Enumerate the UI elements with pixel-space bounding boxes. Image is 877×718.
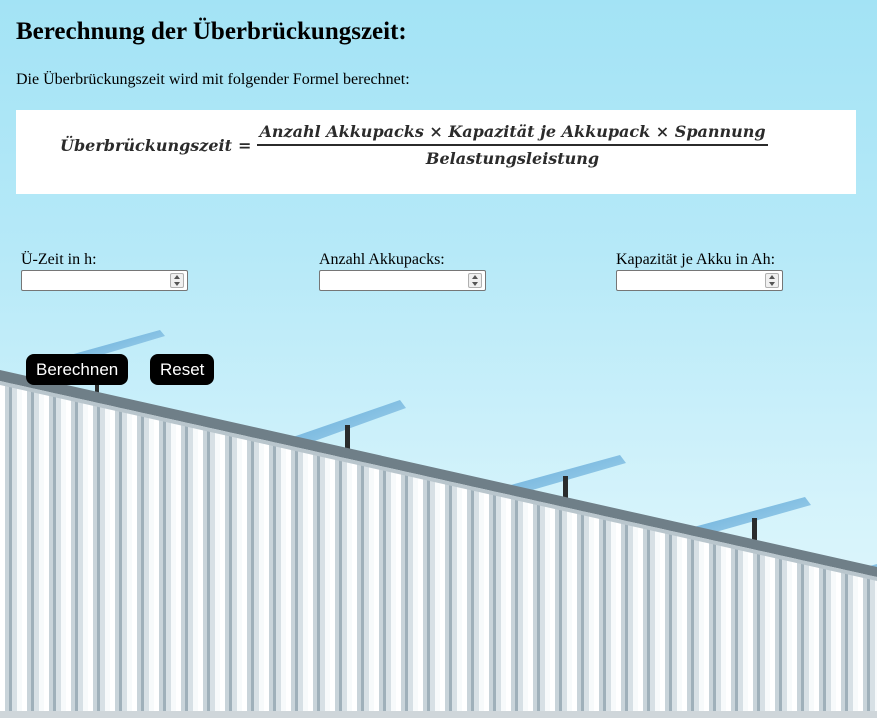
kapazitaet-je-akku-label: Kapazität je Akku in Ah: (616, 251, 776, 268)
formula-denominator: Belastungsleistung (425, 149, 600, 168)
calculate-button[interactable]: Berechnen (26, 354, 129, 385)
formula-fraction: Anzahl Akkupacks × Kapazität je Akkupack… (257, 122, 768, 168)
ueberbrueckungszeit-label: Ü-Zeit in h: (21, 251, 97, 268)
formula-numerator: Anzahl Akkupacks × Kapazität je Akkupack… (259, 122, 766, 141)
intro-text: Die Überbrückungszeit wird mit folgender… (16, 71, 410, 88)
ueberbrueckungszeit-input[interactable] (21, 270, 188, 291)
formula-equals: = (238, 135, 252, 155)
reset-button[interactable]: Reset (150, 354, 215, 385)
anzahl-akkupacks-input[interactable] (319, 270, 486, 291)
field-anzahl-akkupacks: Anzahl Akkupacks: (319, 250, 486, 291)
formula-lhs: Überbrückungszeit (60, 135, 233, 155)
kapazitaet-je-akku-input[interactable] (616, 270, 783, 291)
anzahl-akkupacks-label: Anzahl Akkupacks: (319, 251, 445, 268)
page-title: Berechnung der Überbrückungszeit: (16, 18, 407, 45)
spinner-arrows-icon[interactable] (765, 273, 779, 288)
field-kapazitaet-je-akku: Kapazität je Akku in Ah: (616, 250, 783, 291)
field-ueberbrueckungszeit: Ü-Zeit in h: (21, 250, 188, 291)
formula: Überbrückungszeit = Anzahl Akkupacks × K… (60, 122, 768, 168)
formula-image: Überbrückungszeit = Anzahl Akkupacks × K… (16, 110, 856, 194)
spinner-arrows-icon[interactable] (468, 273, 482, 288)
spinner-arrows-icon[interactable] (170, 273, 184, 288)
